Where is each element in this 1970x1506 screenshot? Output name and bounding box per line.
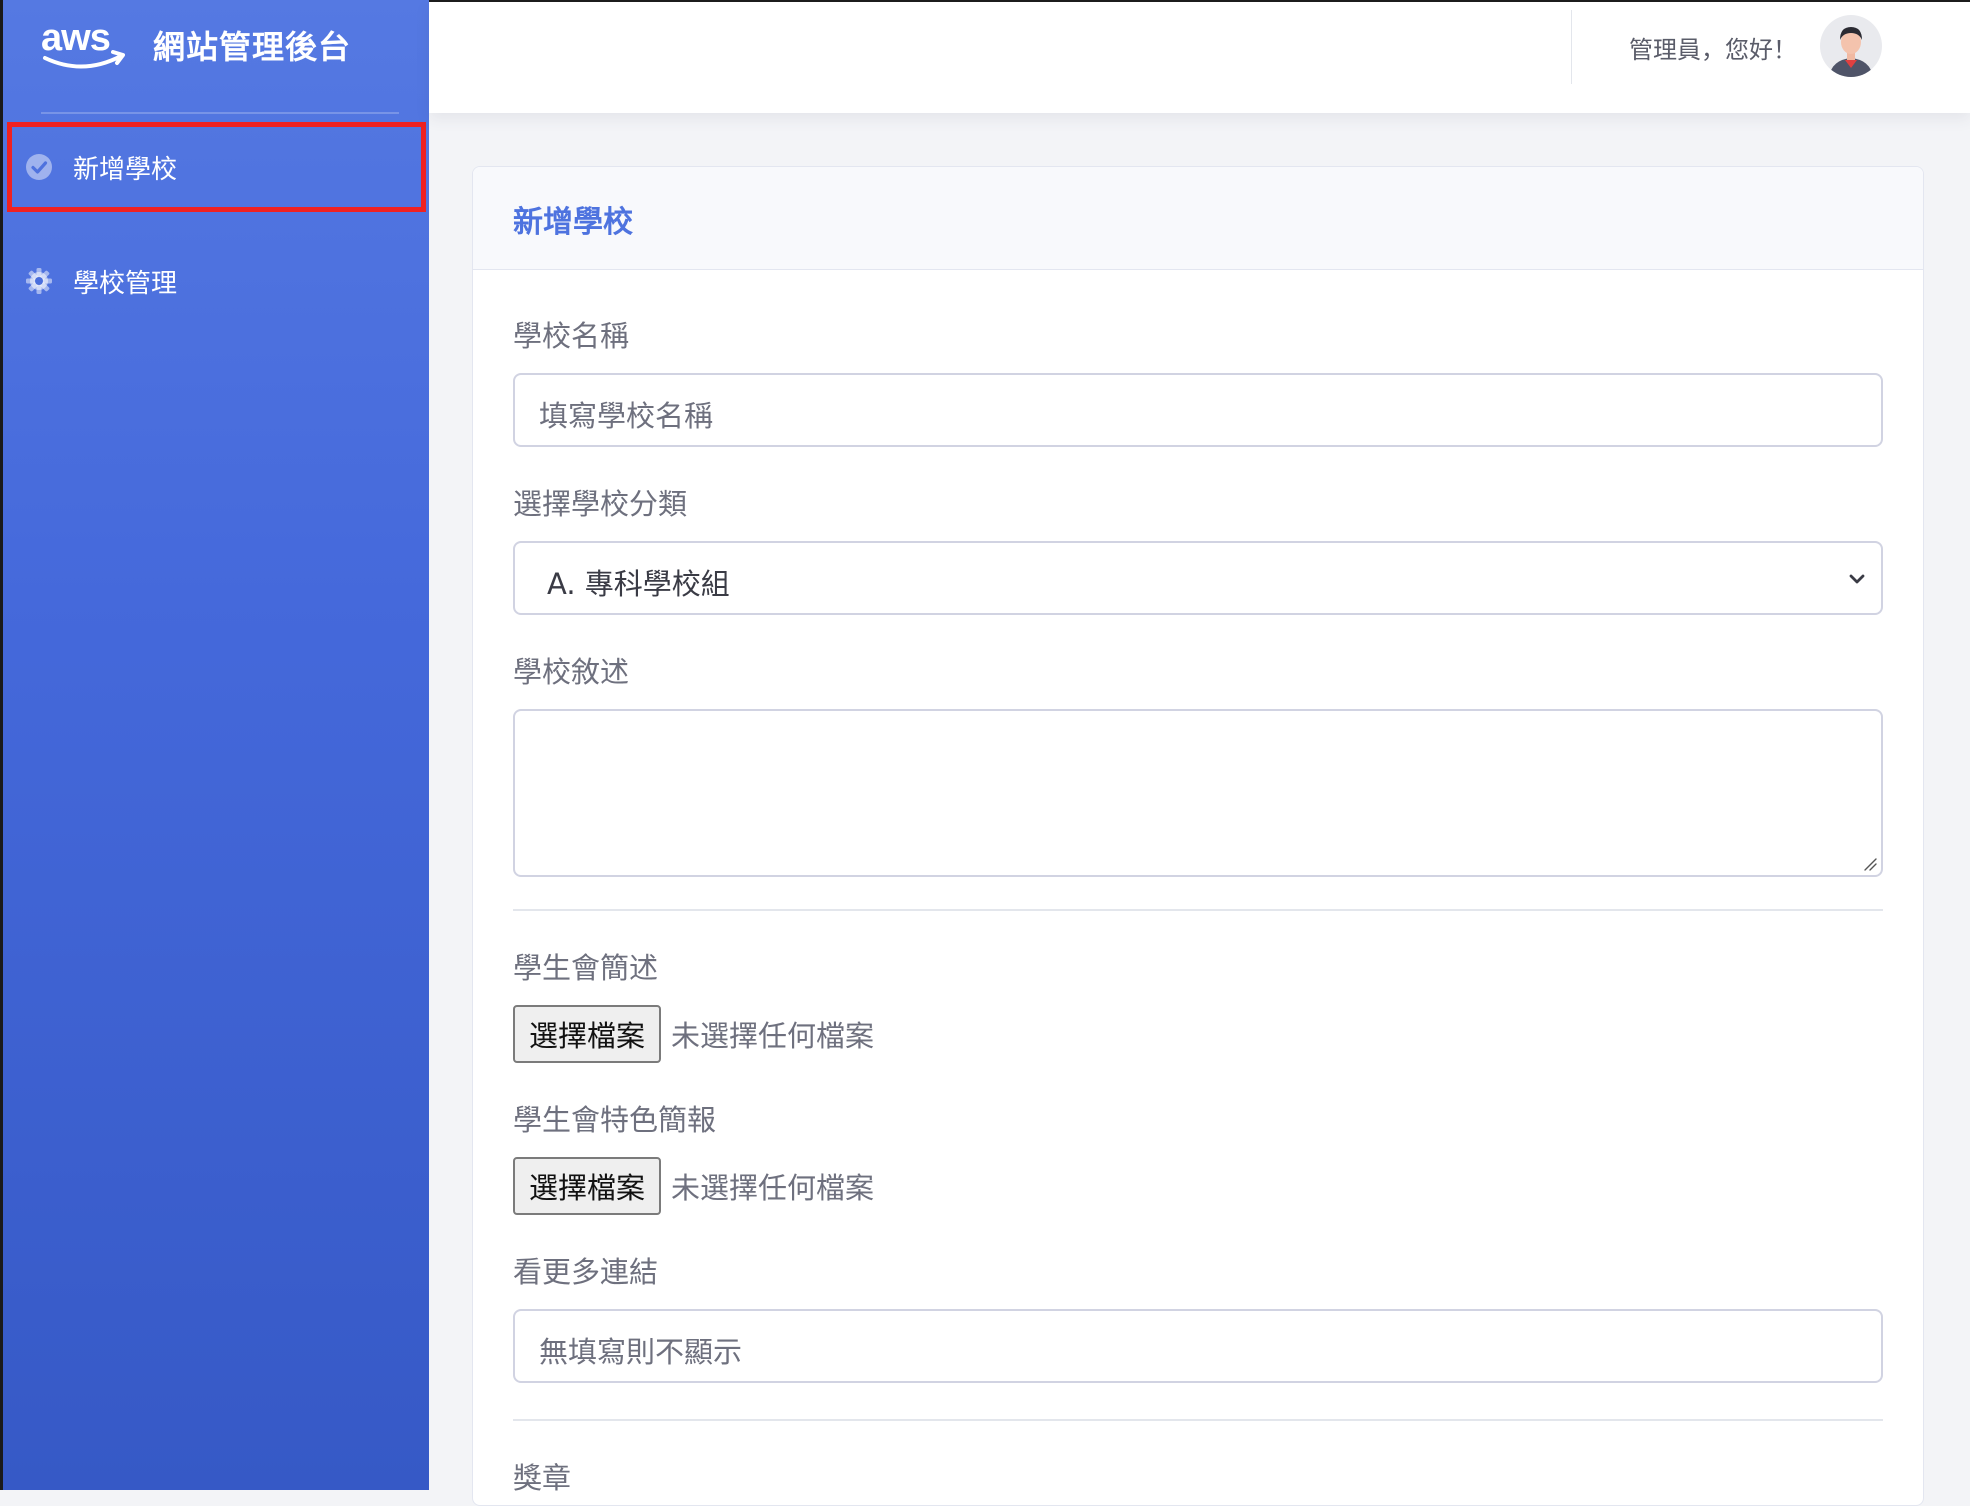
more-link-input[interactable]: 無填寫則不顯示 <box>513 1309 1883 1383</box>
aws-logo-icon: aws <box>41 17 125 69</box>
awards-label: 獎章 <box>513 1461 572 1495</box>
card-title: 新增學校 <box>513 205 633 240</box>
app-title: 網站管理後台 <box>153 28 352 66</box>
school-name-label: 學校名稱 <box>513 319 630 353</box>
student-council-briefing-label: 學生會特色簡報 <box>513 1103 717 1137</box>
sidebar-item-label: 新增學校 <box>73 154 178 185</box>
school-description-label: 學校敘述 <box>513 655 630 689</box>
add-school-card: 新增學校 學校名稱 填寫學校名稱 選擇學校分類 A. 專科學校組 學校敘述 學生… <box>472 166 1924 1506</box>
file-status: 未選擇任何檔案 <box>671 1019 875 1053</box>
student-council-intro-file: 選擇檔案 未選擇任何檔案 <box>513 1005 874 1063</box>
student-council-briefing-file: 選擇檔案 未選擇任何檔案 <box>513 1157 874 1215</box>
card-header: 新增學校 <box>473 167 1923 270</box>
more-link-placeholder: 無填寫則不顯示 <box>539 1335 743 1369</box>
section-divider <box>513 1419 1883 1421</box>
choose-file-button[interactable]: 選擇檔案 <box>513 1005 662 1063</box>
school-category-label: 選擇學校分類 <box>513 487 688 521</box>
avatar[interactable] <box>1819 14 1883 78</box>
sidebar: aws 網站管理後台 新增學校 學校管理 <box>0 0 429 1490</box>
school-description-textarea[interactable] <box>513 709 1883 877</box>
choose-file-button[interactable]: 選擇檔案 <box>513 1157 662 1215</box>
topbar-divider <box>1571 10 1572 84</box>
school-name-placeholder: 填寫學校名稱 <box>539 399 714 433</box>
sidebar-item-label: 學校管理 <box>73 268 178 299</box>
resize-handle-icon[interactable] <box>1863 857 1877 871</box>
sidebar-divider <box>41 112 399 114</box>
more-link-label: 看更多連結 <box>513 1255 659 1289</box>
svg-text:aws: aws <box>41 17 110 59</box>
gear-icon <box>26 268 52 294</box>
school-category-select[interactable]: A. 專科學校組 <box>513 541 1883 615</box>
school-name-input[interactable]: 填寫學校名稱 <box>513 373 1883 447</box>
sidebar-item-add-school[interactable]: 新增學校 <box>7 122 426 212</box>
sidebar-item-school-management[interactable]: 學校管理 <box>7 236 426 326</box>
chevron-down-icon <box>1849 574 1865 584</box>
section-divider <box>513 909 1883 911</box>
student-council-intro-label: 學生會簡述 <box>513 951 659 985</box>
file-status: 未選擇任何檔案 <box>671 1171 875 1205</box>
check-circle-icon <box>26 154 52 180</box>
topbar: 管理員，您好！ <box>429 0 1970 113</box>
user-greeting[interactable]: 管理員，您好！ <box>1629 30 1797 65</box>
school-category-value: A. 專科學校組 <box>547 567 730 601</box>
brand[interactable]: aws 網站管理後台 <box>3 0 432 114</box>
